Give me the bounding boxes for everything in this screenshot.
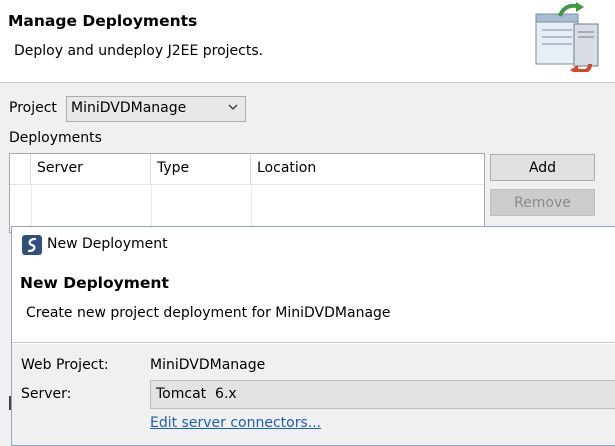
column-header-type[interactable]: Type	[151, 154, 251, 185]
column-divider	[251, 185, 252, 232]
myeclipse-app-icon	[22, 235, 42, 255]
remove-button[interactable]: Remove	[490, 189, 595, 216]
column-divider	[31, 185, 32, 232]
dialog-description: Create new project deployment for MiniDV…	[26, 305, 391, 321]
dialog-window-title: New Deployment	[47, 236, 168, 252]
new-deployment-dialog: New Deployment New Deployment Create new…	[11, 226, 615, 446]
manage-description: Deploy and undeploy J2EE projects.	[14, 43, 264, 59]
edit-server-connectors-link[interactable]: Edit server connectors...	[150, 415, 321, 431]
server-select[interactable]: Tomcat 6.x	[150, 380, 615, 409]
project-select[interactable]: MiniDVDManage	[66, 96, 246, 122]
dialog-titlebar[interactable]: New Deployment	[12, 227, 615, 263]
dialog-body: Web Project: MiniDVDManage Server: Tomca…	[12, 344, 615, 445]
deploy-server-icon	[535, 2, 599, 72]
deployments-table[interactable]: Server Type Location	[9, 153, 485, 233]
server-select-value: Tomcat 6.x	[156, 386, 237, 402]
deployments-label: Deployments	[9, 130, 102, 146]
column-header-location[interactable]: Location	[251, 154, 484, 185]
chevron-down-icon	[228, 104, 238, 110]
dialog-header: New Deployment Create new project deploy…	[12, 263, 615, 343]
column-divider	[151, 185, 152, 232]
project-label: Project	[9, 100, 57, 116]
dialog-title: New Deployment	[20, 274, 169, 292]
project-select-value: MiniDVDManage	[71, 100, 187, 116]
add-button[interactable]: Add	[490, 154, 595, 181]
web-project-value: MiniDVDManage	[150, 357, 266, 373]
web-project-label: Web Project:	[21, 357, 109, 373]
column-header-server[interactable]: Server	[31, 154, 151, 185]
table-header-blank	[10, 154, 31, 185]
manage-header: Manage Deployments Deploy and undeploy J…	[0, 0, 615, 83]
manage-title: Manage Deployments	[8, 12, 198, 30]
server-label: Server:	[21, 386, 72, 402]
